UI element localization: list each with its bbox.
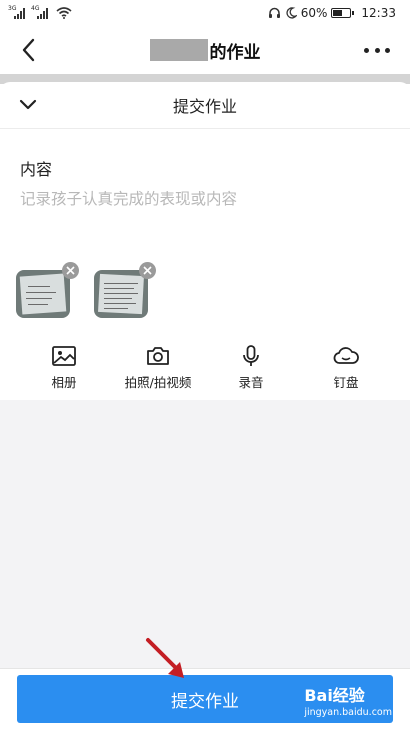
page-title-suffix: 的作业 — [209, 42, 261, 63]
page-title: 的作业 — [149, 38, 261, 63]
content-input[interactable] — [20, 187, 390, 247]
watermark-url: jingyan.baidu.com — [304, 707, 392, 718]
status-time: 12:33 — [361, 6, 396, 20]
wifi-icon — [56, 7, 72, 19]
close-icon — [66, 266, 75, 275]
tool-album-button[interactable]: 相册 — [24, 344, 104, 391]
status-right: 60% 12:33 — [268, 6, 396, 20]
sheet-title: 提交作业 — [172, 97, 237, 116]
tool-record-button[interactable]: 录音 — [211, 344, 291, 391]
cellular-signal-2-icon: 4G — [31, 5, 48, 19]
redacted-name — [149, 39, 208, 61]
attachment-thumbnail-1[interactable] — [16, 270, 70, 318]
tool-dingpan-label: 钉盘 — [333, 375, 359, 390]
moon-icon — [286, 7, 297, 19]
tool-camera-label: 拍照/拍视频 — [124, 375, 192, 390]
divider — [0, 128, 410, 129]
baidu-jingyan-watermark: Bai经验 jingyan.baidu.com — [304, 682, 392, 718]
chevron-down-icon[interactable] — [16, 94, 40, 114]
annotation-arrow-icon — [146, 638, 184, 678]
microphone-icon — [243, 345, 259, 366]
cloud-icon — [333, 347, 359, 364]
tool-dingpan-button[interactable]: 钉盘 — [306, 344, 386, 391]
tool-record-label: 录音 — [238, 375, 264, 390]
empty-area — [0, 400, 410, 668]
battery-fill — [333, 10, 343, 16]
battery-percent: 60% — [300, 6, 328, 20]
back-icon[interactable] — [18, 36, 42, 64]
signal-1-label: 3G — [8, 4, 17, 12]
attachment-thumbnail-2[interactable] — [94, 270, 148, 318]
nav-bar: 的作业 — [0, 26, 410, 74]
submit-label: 提交作业 — [171, 691, 239, 712]
tool-camera-button[interactable]: 拍照/拍视频 — [118, 344, 198, 391]
cellular-signal-icon: 3G — [8, 5, 25, 19]
sheet-header: 提交作业 — [0, 82, 410, 128]
close-icon — [143, 266, 152, 275]
status-bar: 3G 4G 60% 12:33 — [0, 0, 410, 26]
content-label: 内容 — [20, 160, 53, 179]
status-left: 3G 4G — [8, 5, 72, 19]
watermark-brand: Bai经验 — [304, 686, 365, 705]
remove-attachment-2-button[interactable] — [139, 262, 156, 279]
image-icon — [52, 346, 76, 366]
remove-attachment-1-button[interactable] — [62, 262, 79, 279]
battery-icon — [331, 8, 355, 18]
tool-album-label: 相册 — [51, 375, 77, 390]
more-icon[interactable] — [364, 40, 390, 60]
camera-icon — [147, 347, 169, 365]
signal-2-label: 4G — [31, 4, 40, 12]
headset-icon — [268, 7, 280, 18]
